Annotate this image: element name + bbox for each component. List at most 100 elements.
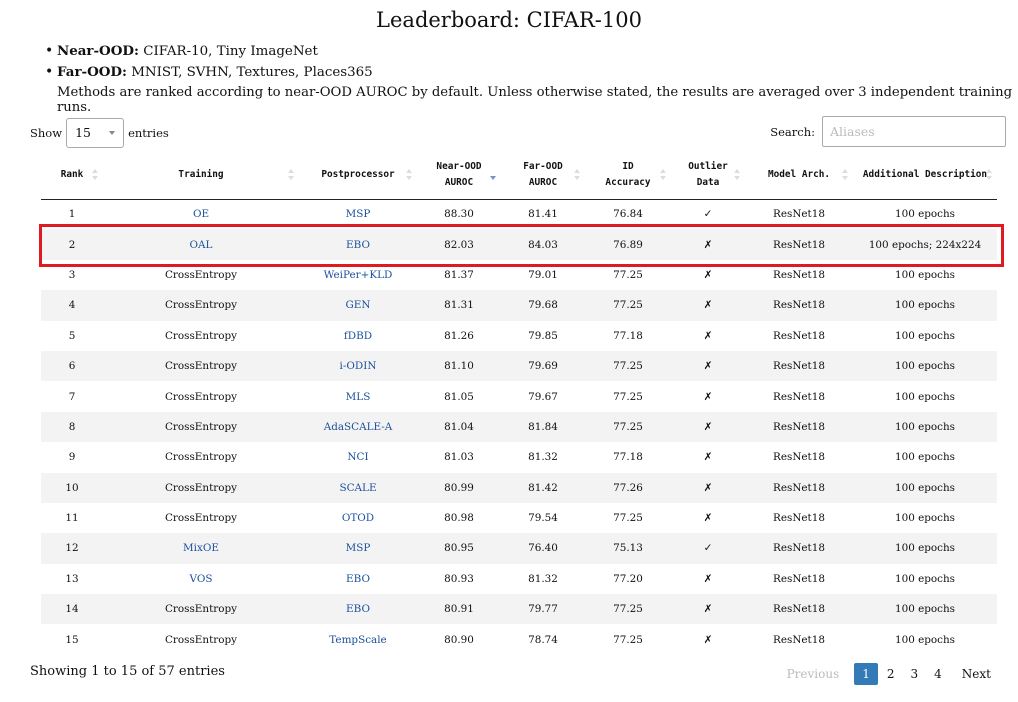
cell-far-ood-auroc: 79.67 — [528, 390, 558, 403]
cell-outlier-data: ✗ — [703, 572, 713, 585]
cell-training: CrossEntropy — [164, 512, 238, 525]
cell-far-ood-auroc: 81.42 — [528, 481, 558, 494]
cell-training[interactable]: VOS — [103, 564, 299, 594]
cell-outlier-data: ✗ — [703, 633, 713, 646]
cell-training[interactable]: OE — [103, 199, 299, 229]
cell-postprocessor[interactable]: WeiPer+KLD — [299, 260, 417, 290]
page-4-button[interactable]: 4 — [927, 664, 949, 684]
cell-postprocessor[interactable]: EBO — [299, 594, 417, 624]
entries-select[interactable]: 15 — [66, 118, 125, 148]
table-body: 1 OE MSP 88.30 81.41 76.84 ✓ ResNet18 100 epochs… — [41, 199, 997, 655]
cell-near-ood-auroc: 88.30 — [444, 208, 474, 221]
table-header-row: Rank Training Postprocessor Near-OOD AUROC Fa… — [41, 152, 997, 200]
dataset-list: Near-OOD: CIFAR-10, Tiny ImageNet Far-OO… — [45, 41, 373, 83]
sort-up-arrow-icon — [406, 169, 412, 173]
sort-down-arrow-icon — [842, 176, 848, 180]
cell-postprocessor[interactable]: MSP — [299, 199, 417, 229]
cell-postprocessor[interactable]: EBO — [299, 229, 417, 259]
cell-additional-description: 100 epochs — [894, 603, 956, 616]
column-header-model-arch[interactable]: Model Arch. — [745, 152, 853, 200]
cell-postprocessor[interactable]: MSP — [299, 533, 417, 563]
sort-up-arrow-icon — [574, 169, 580, 173]
cell-training: CrossEntropy — [164, 299, 238, 312]
column-header-rank[interactable]: Rank — [41, 152, 103, 200]
cell-postprocessor[interactable]: TempScale — [299, 624, 417, 654]
column-header-far-ood-auroc[interactable]: Far-OOD AUROC — [501, 152, 585, 200]
cell-near-ood-auroc: 82.03 — [444, 238, 474, 251]
cell-training: CrossEntropy — [164, 603, 238, 616]
sort-icon — [986, 169, 992, 181]
page-3-button[interactable]: 3 — [904, 664, 926, 684]
search-input[interactable] — [822, 116, 1006, 147]
cell-rank: 4 — [68, 299, 76, 312]
near-ood-text: CIFAR-10, Tiny ImageNet — [143, 44, 318, 59]
cell-postprocessor[interactable]: GEN — [299, 290, 417, 320]
table-row: 13 VOS EBO 80.93 81.32 77.20 ✗ ResNet18 100 epoc… — [41, 563, 997, 595]
cell-additional-description: 100 epochs — [894, 329, 956, 342]
cell-near-ood-auroc: 80.93 — [444, 572, 474, 585]
column-header-label: Postprocessor — [321, 169, 395, 181]
column-header-outlier-data[interactable]: Outlier Data — [671, 152, 745, 200]
column-header-additional-description[interactable]: Additional Description — [853, 152, 997, 200]
cell-outlier-data: ✓ — [703, 542, 713, 555]
cell-model-arch: ResNet18 — [773, 238, 825, 251]
column-header-label-line2: Accuracy — [605, 177, 651, 189]
cell-training: CrossEntropy — [164, 633, 238, 646]
cell-rank: 8 — [68, 420, 76, 433]
entries-length-control: Show 15 entries — [30, 118, 169, 148]
table-row: 5 CrossEntropy fDBD 81.26 79.85 77.18 ✗ ResNet1… — [41, 320, 997, 351]
column-header-id-accuracy[interactable]: ID Accuracy — [585, 152, 671, 200]
ranking-note: Methods are ranked according to near-OOD… — [57, 85, 1013, 115]
entries-select-value: 15 — [75, 125, 91, 140]
cell-rank: 11 — [65, 512, 79, 525]
cell-additional-description: 100 epochs; 224x224 — [868, 238, 982, 251]
column-header-training[interactable]: Training — [103, 152, 299, 200]
sort-down-arrow-icon — [734, 176, 740, 180]
next-page-button[interactable]: Next — [955, 664, 998, 684]
cell-rank: 5 — [68, 329, 76, 342]
sort-icon — [574, 169, 580, 181]
cell-rank: 12 — [65, 542, 79, 555]
cell-outlier-data: ✗ — [703, 451, 713, 464]
cell-outlier-data: ✗ — [703, 420, 713, 433]
cell-far-ood-auroc: 81.32 — [528, 451, 558, 464]
cell-training: CrossEntropy — [164, 360, 238, 373]
cell-additional-description: 100 epochs — [894, 481, 956, 494]
column-header-postprocessor[interactable]: Postprocessor — [299, 152, 417, 200]
cell-training: CrossEntropy — [164, 420, 238, 433]
cell-training[interactable]: MixOE — [103, 533, 299, 563]
sort-up-arrow-icon — [734, 169, 740, 173]
sort-down-arrow-icon — [660, 176, 666, 180]
cell-near-ood-auroc: 80.99 — [444, 481, 474, 494]
cell-training[interactable]: OAL — [103, 229, 299, 259]
cell-model-arch: ResNet18 — [773, 451, 825, 464]
cell-postprocessor[interactable]: MLS — [299, 381, 417, 411]
cell-outlier-data: ✗ — [703, 390, 713, 403]
cell-far-ood-auroc: 79.68 — [528, 299, 558, 312]
table-row: 2 OAL EBO 82.03 84.03 76.89 ✗ ResNet18 100 epoch… — [41, 229, 997, 260]
page-2-button[interactable]: 2 — [880, 664, 902, 684]
cell-additional-description: 100 epochs — [894, 572, 956, 585]
cell-id-accuracy: 77.18 — [613, 451, 643, 464]
cell-id-accuracy: 75.13 — [613, 542, 643, 555]
cell-postprocessor[interactable]: NCI — [299, 442, 417, 472]
cell-far-ood-auroc: 81.32 — [528, 572, 558, 585]
cell-model-arch: ResNet18 — [773, 512, 825, 525]
cell-near-ood-auroc: 81.03 — [444, 451, 474, 464]
leaderboard-table-container: Rank Training Postprocessor Near-OOD AUROC Fa… — [41, 152, 997, 655]
cell-rank: 2 — [68, 238, 76, 251]
cell-postprocessor[interactable]: SCALE — [299, 473, 417, 503]
cell-postprocessor[interactable]: i-ODIN — [299, 351, 417, 381]
cell-id-accuracy: 77.25 — [613, 633, 643, 646]
previous-page-button[interactable]: Previous — [780, 664, 847, 684]
cell-id-accuracy: 77.25 — [613, 299, 643, 312]
column-header-near-ood-auroc[interactable]: Near-OOD AUROC — [417, 152, 501, 200]
cell-postprocessor[interactable]: OTOD — [299, 503, 417, 533]
cell-postprocessor[interactable]: EBO — [299, 564, 417, 594]
cell-postprocessor[interactable]: fDBD — [299, 321, 417, 351]
cell-training: CrossEntropy — [164, 451, 238, 464]
cell-rank: 1 — [68, 208, 76, 221]
cell-postprocessor[interactable]: AdaSCALE-A — [299, 412, 417, 442]
cell-model-arch: ResNet18 — [773, 390, 825, 403]
page-1-button[interactable]: 1 — [854, 663, 878, 685]
